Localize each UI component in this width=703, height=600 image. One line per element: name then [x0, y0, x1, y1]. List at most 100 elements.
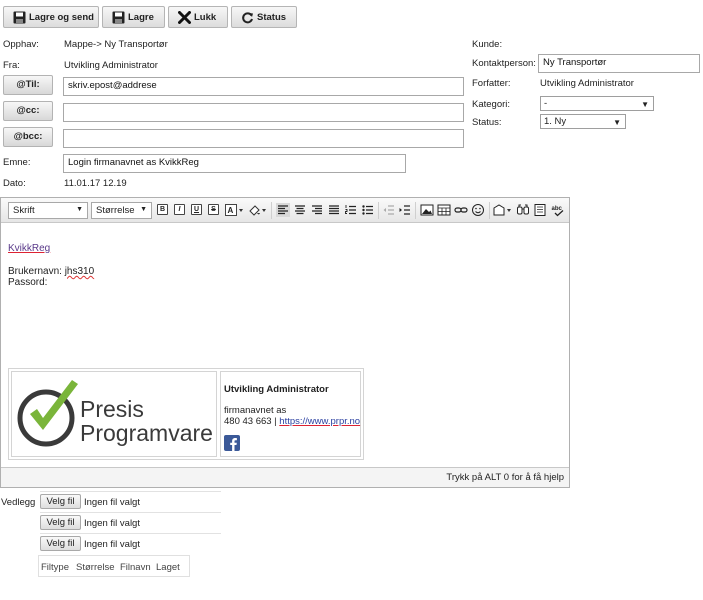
signature-contact-line: 480 43 663 | https://www.prpr.no [224, 416, 360, 427]
column-header-size: Størrelse [76, 562, 115, 573]
font-size-label: Størrelse [96, 205, 135, 216]
logo-word-presis: Presis [80, 396, 144, 422]
username-value: jhs310 [64, 266, 95, 277]
message-editor: Skrift ▼ Størrelse ▼ B I U S A abc Kvikk… [0, 197, 570, 488]
link-icon[interactable] [454, 203, 468, 217]
chevron-down-icon: ▼ [76, 206, 83, 213]
chevron-down-icon: ▼ [641, 100, 649, 109]
signature-text-cell: Utvikling Administrator firmanavnet as 4… [220, 371, 361, 457]
floppy-icon [13, 11, 26, 24]
to-field[interactable]: skriv.epost@addrese [63, 77, 464, 96]
align-justify-icon[interactable] [327, 203, 341, 217]
email-signature: Presis Programvare Utvikling Administrat… [8, 368, 364, 460]
editor-help-text: Trykk på ALT 0 for å få hjelp [446, 472, 564, 483]
font-family-label: Skrift [13, 205, 35, 216]
author-label: Forfatter: [472, 78, 511, 89]
status-select[interactable]: 1. Ny ▼ [540, 114, 626, 129]
strikethrough-icon[interactable]: S [208, 204, 219, 215]
status-selected-value: 1. Ny [544, 116, 567, 127]
emoticon-icon[interactable] [471, 203, 485, 217]
spellcheck-icon[interactable]: abc [551, 203, 565, 217]
username-line: Brukernavn: jhs310 [8, 266, 94, 277]
contact-person-field[interactable]: Ny Transportør [538, 54, 700, 73]
to-button[interactable]: @Til: [3, 75, 53, 95]
column-header-filetype: Filtype [41, 562, 69, 573]
choose-file-button-1[interactable]: Velg fil [40, 494, 81, 509]
source-code-icon[interactable] [533, 203, 547, 217]
bold-icon[interactable]: B [157, 204, 168, 215]
status-button[interactable]: Status [231, 6, 297, 28]
customer-label: Kunde: [472, 39, 503, 50]
text-color-icon[interactable]: A [225, 203, 245, 217]
date-label: Dato: [3, 178, 26, 189]
origin-label: Opphav: [3, 39, 39, 50]
save-and-send-label: Lagre og send [29, 11, 94, 23]
username-label: Brukernavn: [8, 266, 62, 277]
outdent-icon[interactable] [382, 203, 396, 217]
no-file-text-3: Ingen fil valgt [84, 539, 140, 550]
editor-toolbar: Skrift ▼ Størrelse ▼ B I U S A abc [1, 198, 569, 223]
kvikkreg-link-text: KvikkReg [8, 243, 51, 254]
bullet-list-icon[interactable] [361, 203, 375, 217]
italic-icon[interactable]: I [174, 204, 185, 215]
kvikkreg-link[interactable]: KvikkReg [8, 243, 50, 254]
choose-file-button-2[interactable]: Velg fil [40, 515, 81, 530]
find-replace-icon[interactable] [516, 203, 530, 217]
no-file-text-1: Ingen fil valgt [84, 497, 140, 508]
password-label: Passord: [8, 277, 48, 288]
underline-icon[interactable]: U [191, 204, 202, 215]
floppy-icon [112, 11, 125, 24]
align-right-icon[interactable] [310, 203, 324, 217]
category-label: Kategori: [472, 99, 511, 110]
font-family-select[interactable]: Skrift ▼ [8, 202, 88, 219]
no-file-text-2: Ingen fil valgt [84, 518, 140, 529]
refresh-icon [241, 11, 254, 24]
attachments-label: Vedlegg [1, 497, 36, 508]
align-left-icon[interactable] [276, 203, 290, 217]
close-icon [178, 10, 191, 24]
presis-programvare-logo: Presis Programvare [17, 380, 213, 447]
date-value: 11.01.17 12.19 [64, 178, 127, 189]
save-label: Lagre [128, 11, 154, 23]
insert-block-icon[interactable] [493, 203, 513, 217]
highlight-color-icon[interactable] [248, 203, 268, 217]
subject-field[interactable]: Login firmanavnet as KvikkReg [63, 154, 406, 173]
from-value: Utvikling Administrator [64, 60, 158, 71]
cc-field[interactable] [63, 103, 464, 122]
indent-icon[interactable] [398, 203, 412, 217]
category-selected-value: - [544, 98, 548, 109]
font-size-select[interactable]: Størrelse ▼ [91, 202, 152, 219]
bcc-button[interactable]: @bcc: [3, 127, 53, 147]
subject-label: Emne: [3, 157, 31, 168]
category-select[interactable]: - ▼ [540, 96, 654, 111]
bcc-field[interactable] [63, 129, 464, 148]
close-label: Lukk [194, 11, 217, 23]
column-header-created: Laget [156, 562, 180, 573]
column-header-filename: Filnavn [120, 562, 151, 573]
cc-button[interactable]: @cc: [3, 101, 53, 121]
align-center-icon[interactable] [293, 203, 307, 217]
signature-phone: 480 43 663 | [224, 416, 277, 427]
contact-person-label: Kontaktperson: [472, 58, 536, 69]
origin-value: Mappe-> Ny Transportør [64, 39, 168, 50]
signature-website-link[interactable]: https://www.prpr.no [279, 416, 360, 427]
image-icon[interactable] [420, 203, 434, 217]
close-button[interactable]: Lukk [168, 6, 228, 28]
numbered-list-icon[interactable] [344, 203, 358, 217]
chevron-down-icon: ▼ [140, 206, 147, 213]
author-value: Utvikling Administrator [540, 78, 634, 89]
signature-logo-cell: Presis Programvare [11, 371, 217, 457]
editor-status-bar: Trykk på ALT 0 for å få hjelp [1, 467, 569, 487]
svg-text:A: A [228, 206, 234, 215]
save-button[interactable]: Lagre [102, 6, 165, 28]
save-and-send-button[interactable]: Lagre og send [3, 6, 99, 28]
signature-name: Utvikling Administrator [224, 384, 329, 395]
attachments-table: Filtype Størrelse Filnavn Laget [38, 555, 190, 577]
signature-company: firmanavnet as [224, 405, 287, 416]
logo-word-programvare: Programvare [80, 420, 213, 446]
from-label: Fra: [3, 60, 20, 71]
facebook-icon[interactable] [224, 435, 240, 451]
choose-file-button-3[interactable]: Velg fil [40, 536, 81, 551]
table-icon[interactable] [437, 203, 451, 217]
chevron-down-icon: ▼ [613, 118, 621, 127]
